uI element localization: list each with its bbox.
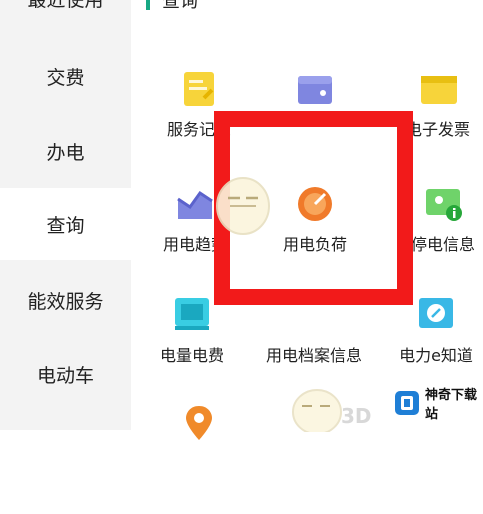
invoice-icon [421, 76, 457, 104]
sidebar-item-label: 最近使用 [27, 0, 103, 12]
sidebar-item-label: 交费 [46, 66, 85, 89]
sidebar-item-label: 电动车 [36, 364, 94, 387]
section-accent-bar [146, 0, 150, 10]
mascot-watermark-icon [216, 177, 270, 235]
trend-icon [177, 190, 213, 219]
category-sidebar: 最近使用 交费 办电 查询 能效服务 电动车 [0, 0, 131, 430]
watermark-badge: 3D [341, 404, 372, 428]
grid-item-electricity-bill[interactable]: 电量电费 [133, 294, 251, 404]
sidebar-item-label: 查询 [46, 214, 85, 237]
sidebar-item-ev[interactable]: 电动车 [0, 344, 131, 404]
watermark-text: 神奇下载站 [425, 388, 478, 422]
bill-icon [175, 298, 209, 330]
grid-item-label: 电力e知道 [399, 346, 473, 365]
sidebar-item-label: 能效服务 [27, 290, 104, 313]
grid-item-label: 用电档案信息 [265, 346, 362, 365]
sidebar-item-label: 办电 [46, 141, 85, 164]
location-icon [186, 406, 212, 440]
site-watermark: 神奇下载站 [389, 383, 481, 423]
wallet-icon [298, 76, 332, 104]
sidebar-item-recent[interactable]: 最近使用 [0, 0, 131, 28]
grid-item-location[interactable] [140, 404, 258, 514]
sidebar-item-apply-power[interactable]: 办电 [0, 121, 131, 181]
sidebar-item-payment[interactable]: 交费 [0, 46, 131, 106]
document-icon [184, 72, 214, 106]
grid-item-label: 电量电费 [159, 346, 224, 365]
section-title: 查询 [162, 0, 198, 12]
sidebar-item-energy-service[interactable]: 能效服务 [0, 270, 131, 330]
power-outage-icon [426, 189, 462, 221]
mascot-watermark-icon [292, 389, 342, 432]
site-logo-icon [395, 391, 419, 415]
sidebar-item-query[interactable]: 查询 [0, 188, 131, 260]
section-header: 查询 [146, 0, 198, 12]
site-logo-mark-icon [401, 396, 413, 410]
knowledge-icon [419, 298, 453, 328]
